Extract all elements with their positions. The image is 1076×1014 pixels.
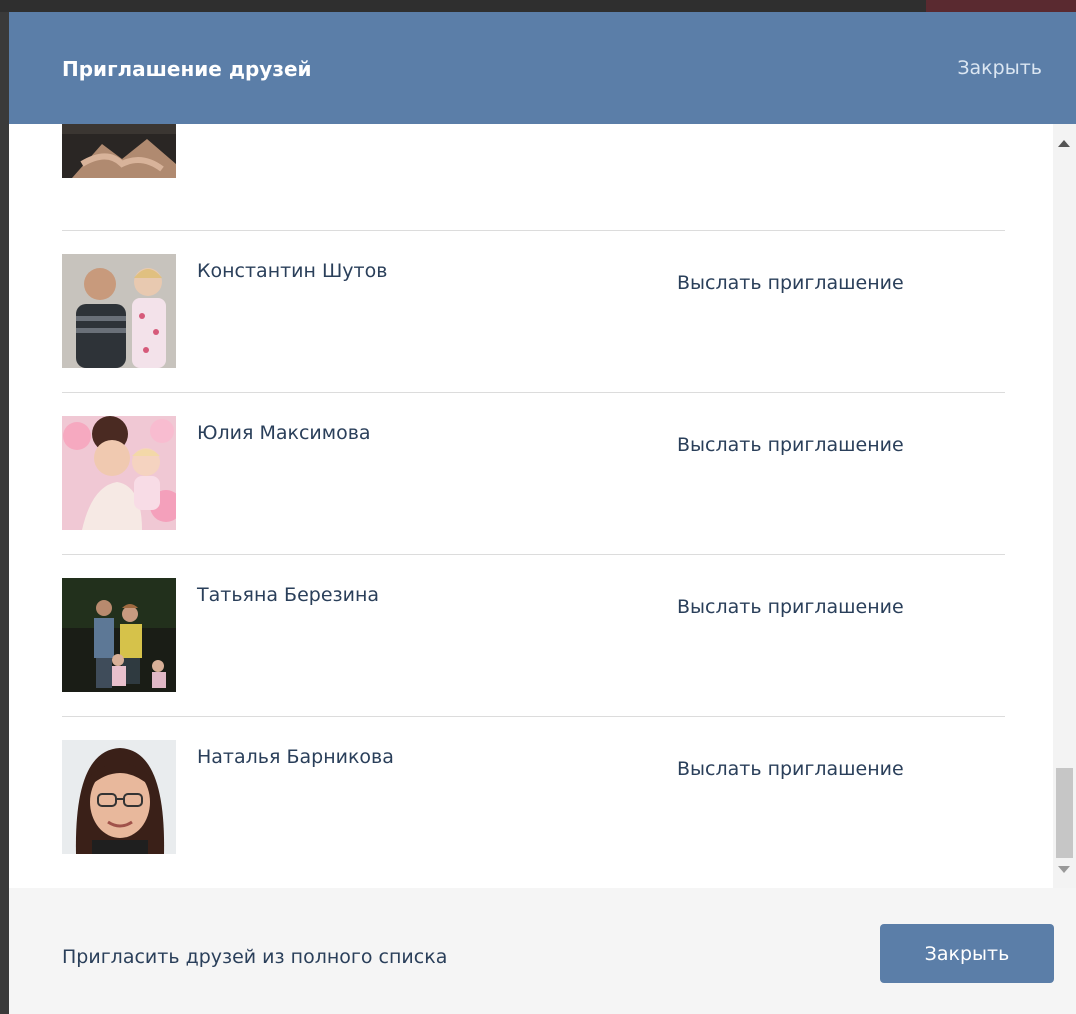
- dialog-footer: Пригласить друзей из полного списка Закр…: [9, 888, 1076, 1014]
- friend-avatar[interactable]: [62, 416, 176, 530]
- send-invite-link[interactable]: Выслать приглашение: [677, 758, 904, 780]
- friend-row: Татьяна Березина Выслать приглашение: [62, 554, 1005, 716]
- dialog-header: Приглашение друзей Закрыть: [9, 12, 1076, 124]
- friend-avatar[interactable]: [62, 740, 176, 854]
- row-divider: [62, 716, 1005, 717]
- friend-row: Юлия Максимова Выслать приглашение: [62, 392, 1005, 554]
- close-button[interactable]: Закрыть: [880, 924, 1054, 983]
- background-page-top-right: [926, 0, 1076, 12]
- friend-row: Константин Шутов Выслать приглашение: [62, 230, 1005, 392]
- friend-name[interactable]: Татьяна Березина: [197, 584, 379, 606]
- send-invite-link[interactable]: Выслать приглашение: [677, 434, 904, 456]
- header-close-link[interactable]: Закрыть: [957, 57, 1042, 79]
- row-divider: [62, 554, 1005, 555]
- friend-name[interactable]: Юлия Максимова: [197, 422, 371, 444]
- scroll-up-arrow-icon[interactable]: [1058, 140, 1070, 147]
- friend-row: [62, 124, 1005, 202]
- row-divider: [62, 392, 1005, 393]
- friend-avatar[interactable]: [62, 578, 176, 692]
- friend-name[interactable]: Наталья Барникова: [197, 746, 394, 768]
- background-page-top: [0, 0, 1076, 12]
- invite-from-full-list-link[interactable]: Пригласить друзей из полного списка: [62, 946, 447, 968]
- row-divider: [62, 230, 1005, 231]
- invite-friends-dialog: Приглашение друзей Закрыть Константин Шу…: [9, 12, 1076, 1014]
- send-invite-link[interactable]: Выслать приглашение: [677, 596, 904, 618]
- scroll-thumb[interactable]: [1056, 768, 1073, 858]
- friend-name[interactable]: Константин Шутов: [197, 260, 387, 282]
- friend-row: Наталья Барникова Выслать приглашение: [62, 716, 1005, 878]
- background-page-left: [0, 0, 9, 1014]
- friend-avatar[interactable]: [62, 124, 176, 178]
- friend-avatar[interactable]: [62, 254, 176, 368]
- dialog-title: Приглашение друзей: [62, 57, 312, 81]
- send-invite-link[interactable]: Выслать приглашение: [677, 272, 904, 294]
- list-scrollbar[interactable]: [1053, 124, 1076, 888]
- friends-list[interactable]: Константин Шутов Выслать приглашение Юли…: [9, 124, 1053, 888]
- scroll-down-arrow-icon[interactable]: [1058, 866, 1070, 873]
